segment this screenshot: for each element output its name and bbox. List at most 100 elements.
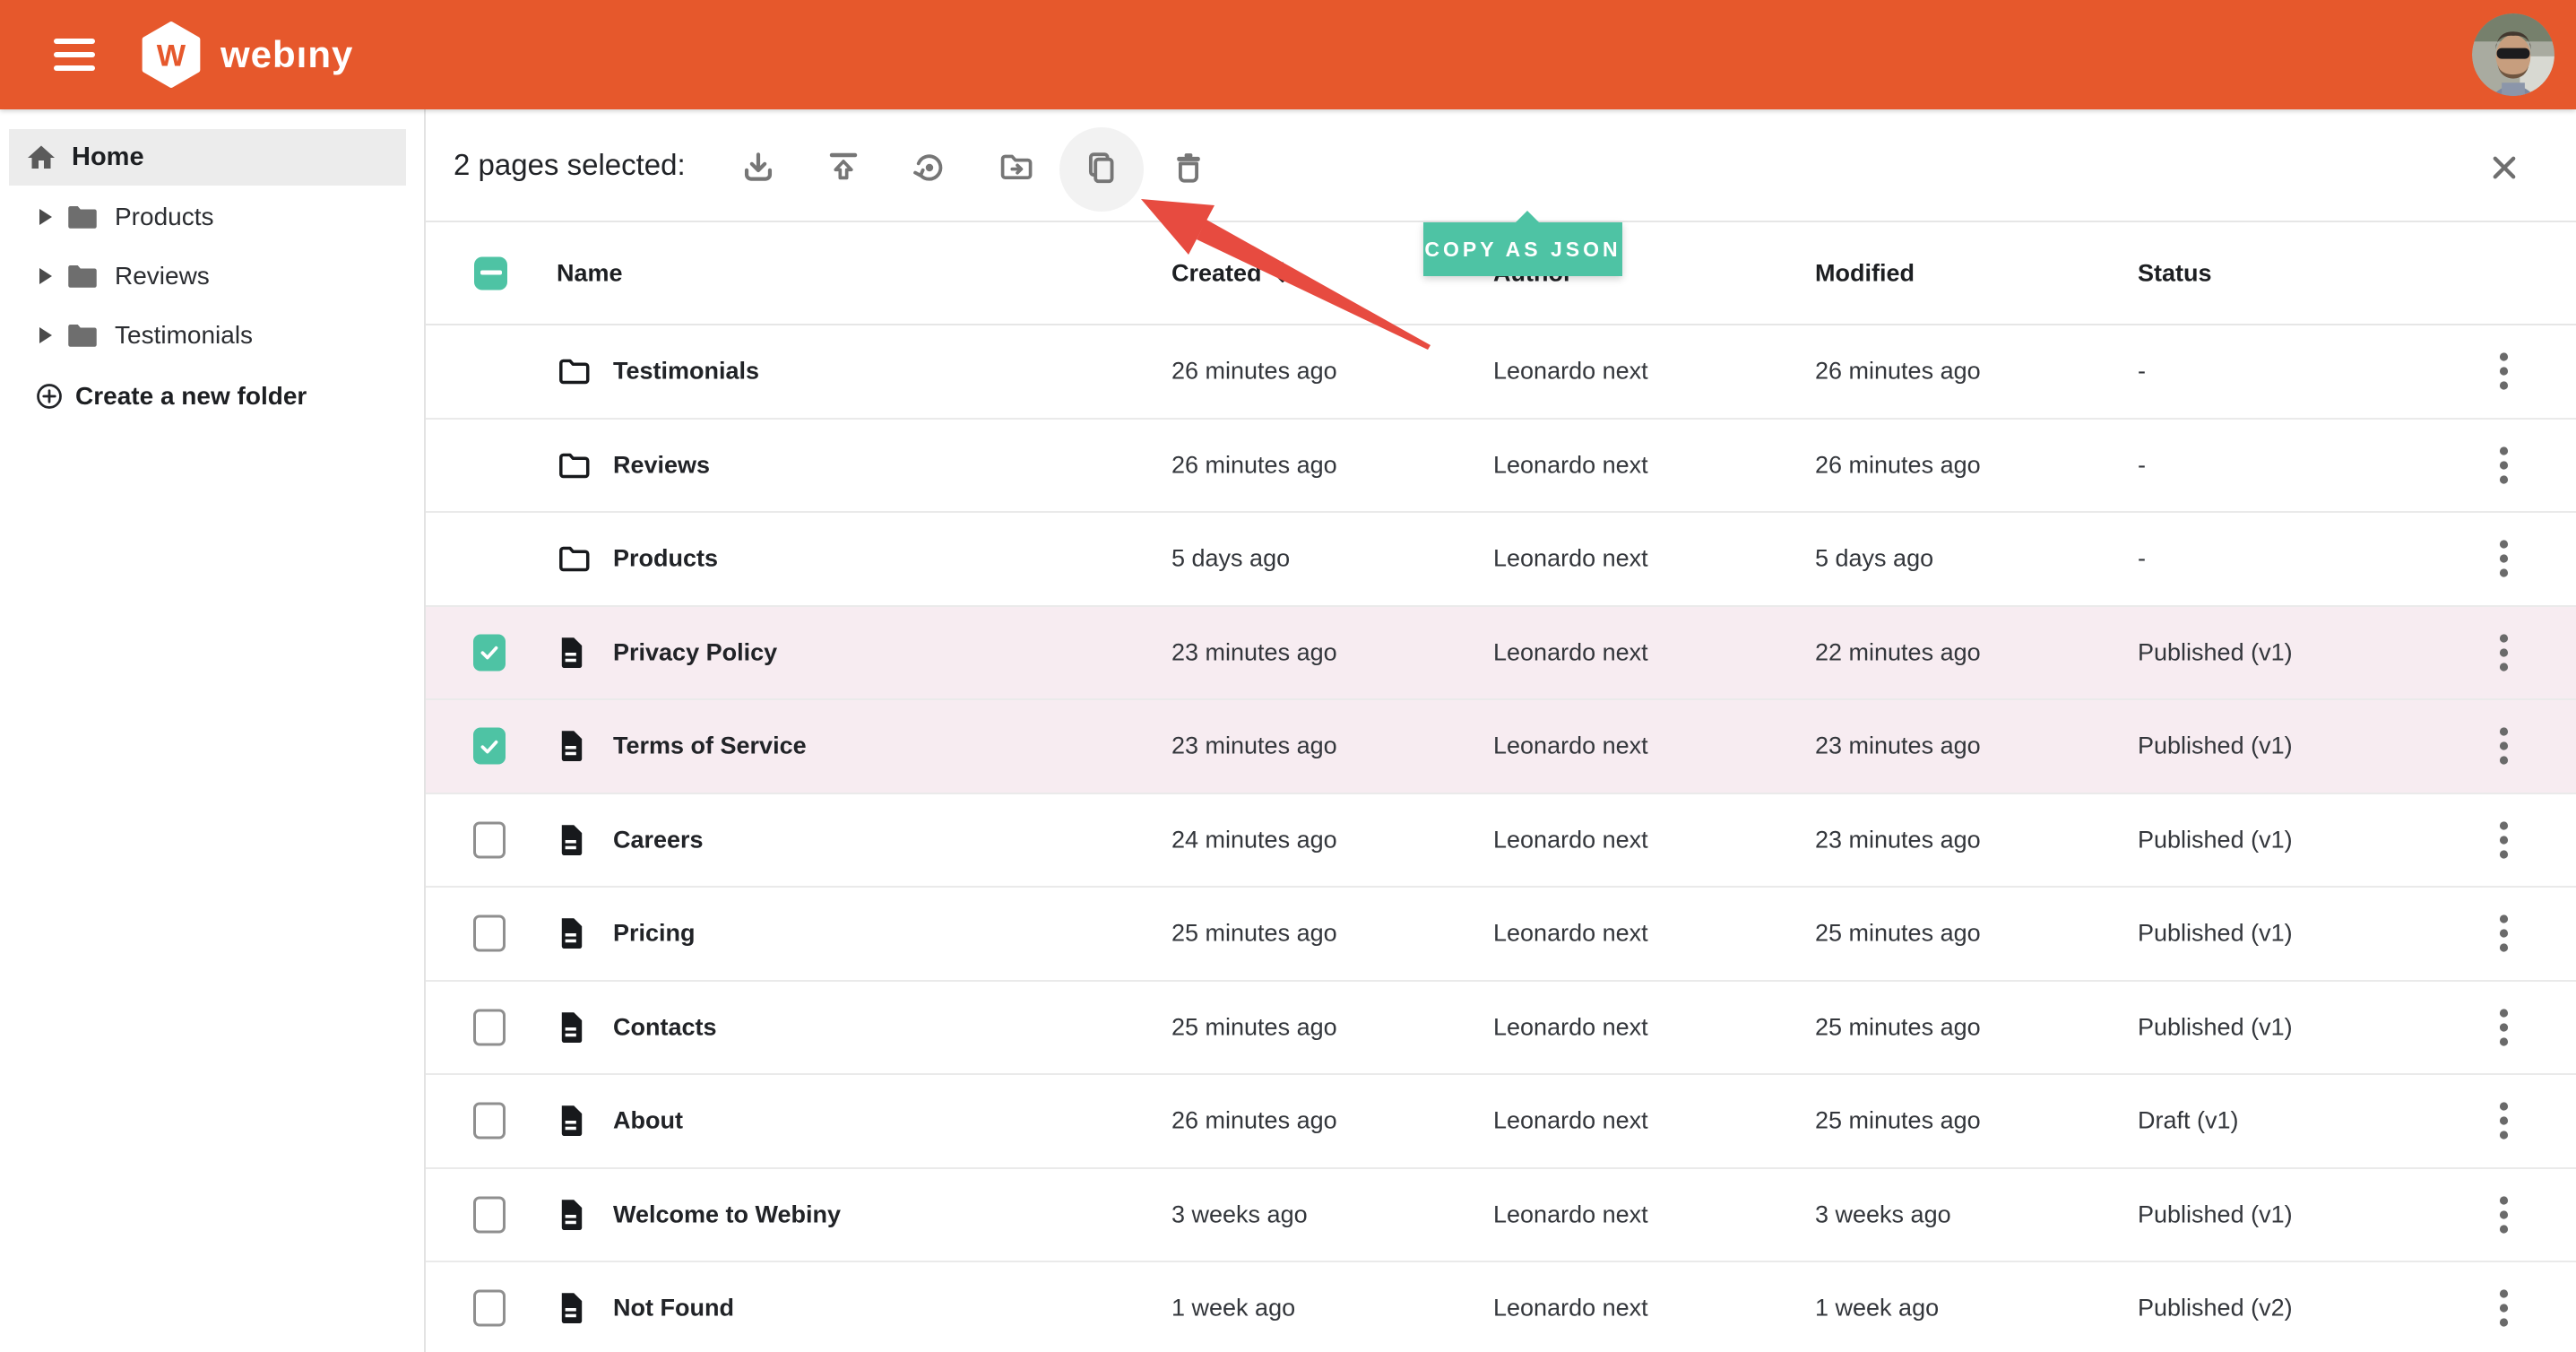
row-menu-button[interactable] [2485,1288,2521,1328]
row-type-icon [558,1197,586,1233]
kebab-menu-icon [2498,1101,2510,1140]
kebab-menu-icon [2498,820,2510,860]
kebab-menu-icon [2498,633,2510,672]
row-name[interactable]: About [613,1107,683,1135]
row-menu-button[interactable] [2485,539,2521,578]
folder-icon [66,263,99,290]
row-checkbox-cell [473,1009,506,1045]
close-selection-button[interactable] [2483,146,2526,189]
row-name[interactable]: Not Found [613,1295,734,1322]
row-type-icon [558,1103,586,1139]
upload-icon [825,149,862,186]
expand-caret-icon[interactable] [39,209,52,225]
row-type-icon [558,728,586,764]
table-row[interactable]: Reviews 26 minutes ago Leonardo next 26 … [426,420,2576,514]
sidebar-folder-reviews[interactable]: Reviews [0,247,424,306]
sidebar-item-home[interactable]: Home [9,129,406,186]
bulk-actions-toolbar: 2 pages selected: [426,109,2576,222]
move-to-folder-button[interactable] [995,146,1038,189]
table-row[interactable]: Terms of Service 23 minutes ago Leonardo… [426,700,2576,794]
row-name[interactable]: Pricing [613,920,696,948]
restore-button[interactable] [908,146,951,189]
table-row[interactable]: Not Found 1 week ago Leonardo next 1 wee… [426,1262,2576,1352]
kebab-menu-icon [2498,1288,2510,1328]
table-row[interactable]: About 26 minutes ago Leonardo next 25 mi… [426,1075,2576,1169]
row-name[interactable]: Welcome to Webiny [613,1200,841,1228]
row-menu-button[interactable] [2485,1101,2521,1140]
row-checkbox-cell [473,1290,506,1327]
row-menu-button[interactable] [2485,446,2521,485]
row-created: 25 minutes ago [1171,920,1337,948]
row-name[interactable]: Privacy Policy [613,638,777,666]
table-row[interactable]: Pricing 25 minutes ago Leonardo next 25 … [426,888,2576,982]
row-menu-button[interactable] [2485,914,2521,953]
column-header-created[interactable]: Created [1171,259,1292,287]
page-document-icon [558,1290,586,1326]
table-row[interactable]: Products 5 days ago Leonardo next 5 days… [426,513,2576,607]
row-menu-button[interactable] [2485,351,2521,391]
user-avatar[interactable] [2472,13,2554,96]
row-menu-button[interactable] [2485,726,2521,766]
row-created: 1 week ago [1171,1295,1295,1322]
row-name[interactable]: Reviews [613,451,710,479]
page-document-icon [558,1103,586,1139]
row-created: 23 minutes ago [1171,732,1337,760]
row-type-icon [558,915,586,951]
download-button[interactable] [737,146,780,189]
folder-icon [66,204,99,230]
row-name[interactable]: Terms of Service [613,732,807,760]
table-row[interactable]: Contacts 25 minutes ago Leonardo next 25… [426,982,2576,1076]
row-menu-button[interactable] [2485,820,2521,860]
copy-as-json-button[interactable] [1080,146,1123,189]
row-modified: 1 week ago [1815,1295,1939,1322]
export-button[interactable] [822,146,865,189]
row-checkbox[interactable] [473,1103,506,1140]
row-status: Published (v1) [2138,1013,2293,1041]
row-checkbox[interactable] [473,634,506,671]
expand-caret-icon[interactable] [39,327,52,343]
expand-caret-icon[interactable] [39,268,52,284]
table-row[interactable]: Careers 24 minutes ago Leonardo next 23 … [426,794,2576,888]
sidebar-folder-products[interactable]: Products [0,187,424,247]
row-created: 25 minutes ago [1171,1013,1337,1041]
row-author: Leonardo next [1493,826,1648,854]
row-name[interactable]: Careers [613,826,704,854]
row-checkbox[interactable] [473,728,506,765]
kebab-menu-icon [2498,1195,2510,1235]
app-header: W webıny [0,0,2576,109]
create-new-folder-button[interactable]: Create a new folder [0,365,424,428]
column-header-status: Status [2138,259,2212,287]
row-checkbox[interactable] [473,1009,506,1045]
row-checkbox-cell [473,1103,506,1140]
row-name[interactable]: Products [613,545,718,573]
kebab-menu-icon [2498,1008,2510,1047]
row-author: Leonardo next [1493,732,1648,760]
row-created: 26 minutes ago [1171,451,1337,479]
row-checkbox[interactable] [473,821,506,858]
sidebar-folder-testimonials[interactable]: Testimonials [0,306,424,365]
row-checkbox[interactable] [473,1290,506,1327]
webiny-admin-screen: W webıny [0,0,2576,1352]
row-created: 3 weeks ago [1171,1200,1308,1228]
row-checkbox[interactable] [473,1196,506,1233]
table-row[interactable]: Welcome to Webiny 3 weeks ago Leonardo n… [426,1169,2576,1263]
select-all-checkbox[interactable] [474,256,507,290]
folder-icon [66,322,99,349]
hamburger-menu-icon[interactable] [54,39,95,71]
row-menu-button[interactable] [2485,633,2521,672]
row-checkbox-cell [473,821,506,858]
row-checkbox-cell [473,634,506,671]
row-name[interactable]: Testimonials [613,358,759,386]
row-author: Leonardo next [1493,1013,1648,1041]
table-row[interactable]: Privacy Policy 23 minutes ago Leonardo n… [426,607,2576,701]
row-type-icon [558,451,592,480]
row-name[interactable]: Contacts [613,1013,717,1041]
table-row[interactable]: Testimonials 26 minutes ago Leonardo nex… [426,325,2576,420]
row-menu-button[interactable] [2485,1008,2521,1047]
row-type-icon [558,635,586,671]
row-author: Leonardo next [1493,451,1648,479]
row-menu-button[interactable] [2485,1195,2521,1235]
copy-as-json-tooltip: COPY AS JSON [1423,222,1622,276]
row-checkbox[interactable] [473,915,506,952]
delete-button[interactable] [1167,146,1210,189]
